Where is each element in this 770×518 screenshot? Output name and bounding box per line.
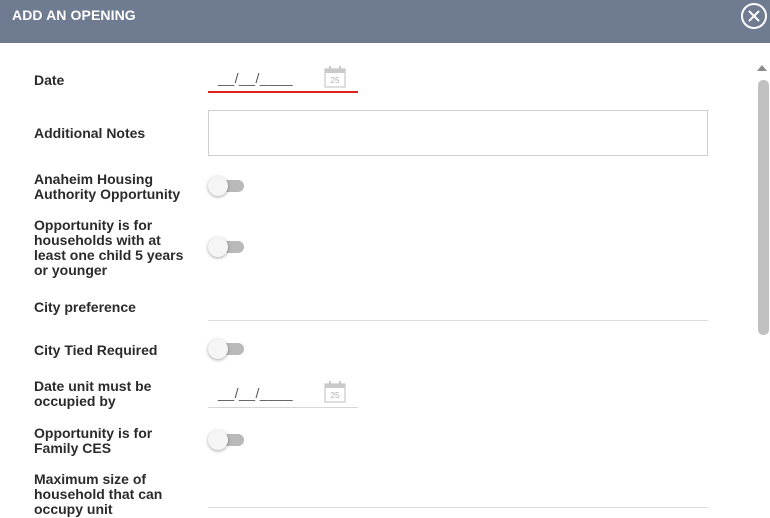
svg-text:25: 25 [331, 76, 340, 85]
date-occupied-field[interactable]: __/__/____ 25 [208, 378, 358, 408]
max-household-size-label: Maximum size of household that can occup… [34, 471, 163, 517]
date-error-underline [208, 91, 358, 93]
date-input-value[interactable]: __/__/____ [218, 70, 293, 86]
vertical-scrollbar[interactable] [755, 43, 770, 518]
anaheim-housing-label: Anaheim Housing Authority Opportunity [34, 171, 181, 202]
city-preference-label: City preference [34, 299, 136, 315]
date-occupied-label: Date unit must be occupied by [34, 378, 152, 409]
dialog-header: ADD AN OPENING [0, 0, 770, 43]
calendar-icon[interactable]: 25 [323, 380, 347, 404]
child-five-years-label: Opportunity is for households with at le… [34, 217, 184, 278]
family-ces-toggle[interactable] [208, 430, 244, 450]
additional-notes-textarea[interactable] [208, 110, 708, 156]
city-tied-required-label: City Tied Required [34, 342, 158, 358]
city-preference-field[interactable] [208, 320, 708, 321]
calendar-icon[interactable]: 25 [323, 65, 347, 89]
close-circle-icon [748, 10, 760, 22]
date-label: Date [34, 72, 65, 88]
close-button[interactable] [741, 3, 767, 29]
toggle-knob [208, 237, 228, 257]
toggle-knob [208, 176, 228, 196]
city-tied-required-toggle[interactable] [208, 339, 244, 359]
family-ces-label: Opportunity is for Family CES [34, 425, 153, 456]
date-occupied-underline [208, 407, 358, 408]
child-five-years-toggle[interactable] [208, 237, 244, 257]
toggle-knob [208, 339, 228, 359]
scroll-thumb[interactable] [758, 80, 769, 335]
additional-notes-label: Additional Notes [34, 125, 146, 141]
dialog-title: ADD AN OPENING [12, 7, 136, 23]
svg-text:25: 25 [331, 391, 340, 400]
scroll-up-arrow-icon[interactable] [757, 65, 767, 71]
toggle-knob [208, 430, 228, 450]
date-occupied-input-value[interactable]: __/__/____ [218, 385, 293, 401]
form-content: Date __/__/____ 25 Additional Notes Anah… [0, 43, 755, 518]
anaheim-housing-toggle[interactable] [208, 176, 244, 196]
date-field[interactable]: __/__/____ 25 [208, 63, 358, 93]
max-household-size-field[interactable] [208, 507, 708, 508]
